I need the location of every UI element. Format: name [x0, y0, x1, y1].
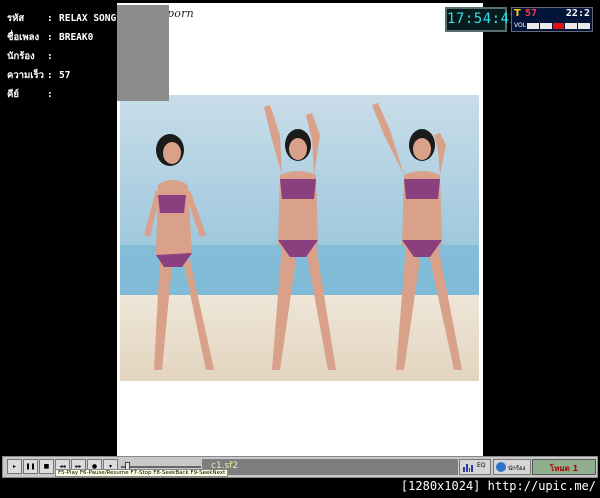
info-row-title: ชื่อเพลง: BREAK0 [7, 32, 94, 43]
play-button[interactable]: ▸ [7, 459, 22, 474]
singer-button-label: นักร้อง [508, 465, 526, 472]
stop-button[interactable]: ■ [39, 459, 54, 474]
info-row-key: คีย์: [7, 89, 53, 100]
eq-button[interactable]: EQ [459, 459, 491, 475]
singer-button[interactable]: นักร้อง [493, 459, 531, 475]
info-value-title: BREAK0 [59, 32, 94, 43]
digital-clock: 17:54:42 [445, 7, 519, 32]
globe-icon [496, 462, 506, 472]
info-row-tempo: ความเร็ว:57 [7, 70, 71, 81]
info-label-title: ชื่อเพลง [7, 32, 40, 43]
volume-bar [565, 23, 578, 29]
song-info-panel: รหัส: RELAX SONG ชื่อเพลง: BREAK0 นักร้อง:… [3, 5, 169, 101]
lyrics-background-page: Jall Jiraporn [117, 3, 483, 458]
background-photo [120, 95, 479, 381]
volume-bar-active [552, 23, 565, 29]
mode-label: โหมด 1 [549, 464, 579, 473]
tempo-label: T [514, 8, 521, 19]
info-panel-shade [117, 5, 169, 101]
volume-bar [578, 23, 590, 29]
eq-label: EQ [477, 462, 486, 469]
info-row-code: รหัส: RELAX SONG [7, 13, 117, 24]
volume-label: VOL [514, 22, 527, 29]
mode-button[interactable]: โหมด 1 [532, 459, 596, 475]
clock-time: 17:54:42 [447, 11, 519, 27]
shortcut-tooltip: F5-Play F6-Pause/Resume F7-Stop F8-SeekB… [55, 469, 229, 477]
volume-bar [539, 23, 552, 29]
info-label-tempo: ความเร็ว [7, 70, 44, 81]
tempo-key-panel: T 57 22:2 VOL [511, 7, 593, 32]
seek-track [121, 466, 201, 468]
volume-meter [527, 23, 590, 29]
key-value: 22:2 [565, 8, 590, 19]
info-row-singer: นักร้อง: [7, 51, 53, 62]
pause-button[interactable]: ❚❚ [23, 459, 38, 474]
equalizer-icon [463, 463, 473, 472]
resolution-watermark: [1280x1024] http://upic.me/ [400, 479, 596, 493]
info-label-singer: นักร้อง [7, 51, 35, 62]
soundfont-file-display: c1.sf2 [202, 459, 458, 475]
volume-bar [527, 23, 539, 29]
tempo-value: 57 [525, 8, 538, 19]
info-value-code: RELAX SONG [59, 13, 117, 24]
karaoke-player-window: Jall Jiraporn [0, 0, 600, 498]
info-label-key: คีย์ [7, 89, 19, 100]
info-label-code: รหัส [7, 13, 25, 24]
info-value-tempo: 57 [59, 70, 71, 81]
